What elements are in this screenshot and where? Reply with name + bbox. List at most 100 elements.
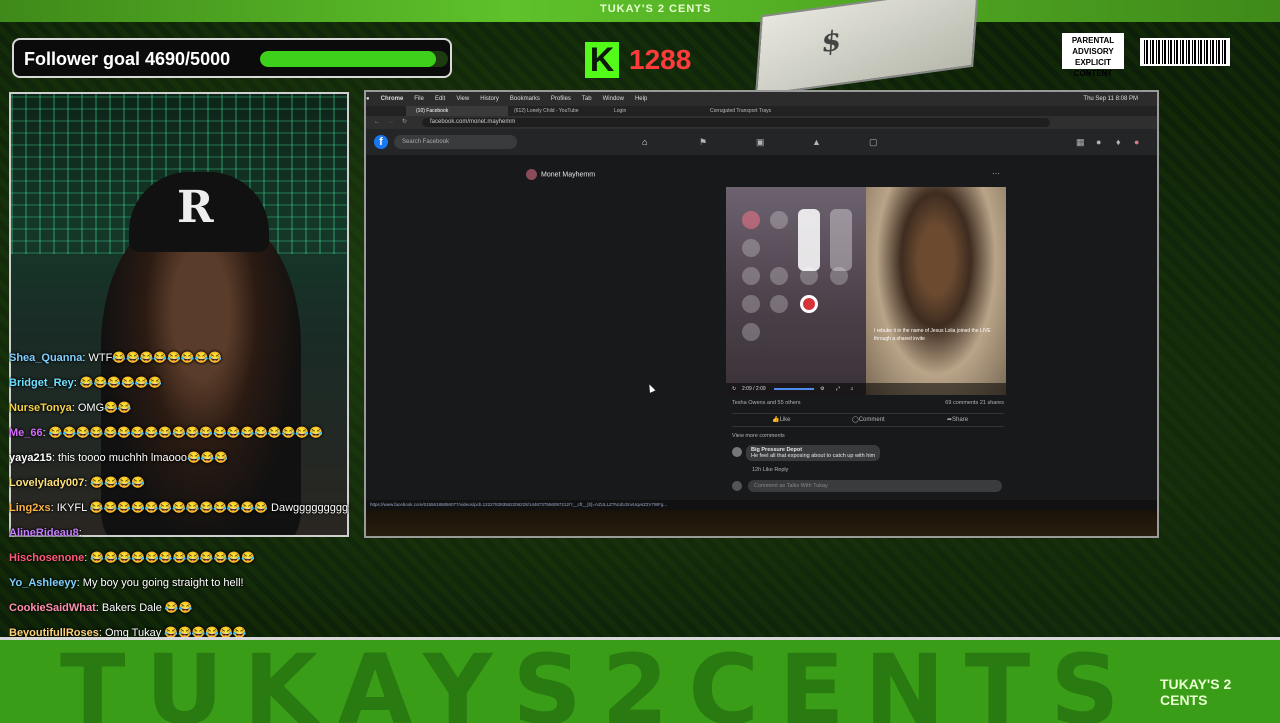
comment-input[interactable]: Comment as Talks With Tukay: [748, 480, 1002, 492]
menu-item-edit[interactable]: Edit: [435, 96, 445, 102]
apple-icon[interactable]: ●: [366, 96, 370, 102]
lock-rotation-icon: [742, 211, 760, 229]
chat-text: : OMG😂😂: [71, 402, 132, 414]
chat-username: Ling2xs: [9, 502, 51, 514]
brightness-slider: [798, 209, 820, 271]
like-label: Like: [779, 417, 791, 423]
menu-item-help[interactable]: Help: [635, 96, 647, 102]
tab-youtube[interactable]: (612) Lonely Child - YouTube: [504, 106, 604, 116]
chat-message: Yo_Ashleeyy: My boy you going straight t…: [9, 571, 354, 596]
video-progress-bar[interactable]: [774, 388, 814, 390]
page-header: Monet Mayhemm: [526, 169, 595, 180]
comment-label: Comment: [858, 417, 885, 423]
menu-grid-icon[interactable]: ▦: [1076, 137, 1085, 148]
url-field[interactable]: facebook.com/monet.mayhemm: [422, 118, 1050, 127]
tab-login[interactable]: Login: [604, 106, 704, 116]
fullscreen-icon[interactable]: ⤢: [836, 383, 840, 395]
live-comments-text: I rebuke it in the name of Jesus Lolia j…: [874, 328, 991, 342]
menubar-clock: Thu Sep 11 8:08 PM: [1083, 96, 1138, 102]
chat-message: yaya215: this toooo muchhh lmaooo😂😂😂: [9, 446, 354, 471]
chat-username: yaya215: [9, 452, 52, 464]
page-avatar[interactable]: [526, 169, 537, 180]
video-controls: ↻ 2:09 / 2:09 ⚙ ⤢ ♫: [726, 383, 1006, 395]
chat-username: CookieSaidWhat: [9, 602, 96, 614]
video-player[interactable]: I rebuke it in the name of Jesus Lolia j…: [726, 187, 1006, 395]
comment-meta[interactable]: 12h Like Reply: [752, 467, 788, 473]
chat-message: NurseTonya: OMG😂😂: [9, 396, 354, 421]
comment-button[interactable]: ◯ Comment: [852, 414, 885, 426]
parental-advisory-logo: PARENTAL ADVISORY EXPLICIT CONTENT: [1062, 33, 1124, 78]
notifications-icon[interactable]: ♦: [1116, 137, 1121, 147]
home-icon[interactable]: ⌂: [642, 137, 647, 147]
chat-text: : this toooo muchhh lmaooo😂😂😂: [51, 452, 229, 464]
record-icon: [800, 295, 818, 313]
facebook-search-input[interactable]: Search Facebook: [394, 135, 517, 149]
comments-section: View more comments Big Pressure Depot He…: [732, 433, 1004, 473]
more-options-icon[interactable]: ⋯: [992, 169, 1000, 178]
menu-item-window[interactable]: Window: [603, 96, 624, 102]
chat-username: Shea_Quanna: [9, 352, 83, 364]
chat-text: : IKYFL 😂😂😂😂😂😂😂😂😂😂😂😂😂 Dawggggggggg: [50, 502, 349, 514]
share-label: Share: [952, 417, 969, 423]
reload-icon[interactable]: ↻: [402, 116, 407, 129]
chat-username: Me_66: [9, 427, 43, 439]
chat-username: Lovelylady007: [9, 477, 85, 489]
chat-message: Shea_Quanna: WTF😂😂😂😂😂😂😂😂: [9, 346, 354, 371]
chat-text: : Bakers Dale 😂😂: [95, 602, 193, 614]
flag-icon[interactable]: ⚑: [699, 137, 707, 148]
reaction-summary[interactable]: Tesha Owens and 55 others: [732, 400, 801, 406]
tab-facebook[interactable]: (10) Facebook: [406, 106, 508, 116]
profile-avatar[interactable]: ●: [1134, 137, 1139, 147]
like-button[interactable]: 👍 Like: [772, 414, 791, 426]
chat-username: Hischosenone: [9, 552, 85, 564]
settings-icon[interactable]: ⚙: [820, 383, 824, 395]
share-button[interactable]: ➦ Share: [947, 414, 968, 426]
gaming-icon[interactable]: ▢: [869, 137, 878, 148]
menu-item-bookmarks[interactable]: Bookmarks: [510, 96, 540, 102]
follower-goal-fill: [260, 51, 437, 67]
follower-goal-label: Follower goal 4690/5000: [24, 49, 231, 69]
volume-icon[interactable]: ♫: [850, 383, 854, 395]
commenter-avatar[interactable]: [732, 447, 742, 457]
chat-text: : My boy you going straight to hell!: [76, 577, 244, 589]
nav-back-icon[interactable]: ←: [374, 116, 380, 129]
chat-username: Yo_Ashleeyy: [9, 577, 77, 589]
nav-forward-icon[interactable]: →: [388, 116, 394, 129]
top-band: TUKAY'S 2 CENTS: [0, 0, 1280, 22]
chat-text: :: [78, 527, 82, 539]
user-avatar: [732, 481, 742, 491]
comment-share-counts[interactable]: 69 comments 21 shares: [945, 400, 1004, 406]
volume-slider: [830, 209, 852, 271]
top-title: TUKAY'S 2 CENTS: [600, 3, 712, 15]
menu-item-file[interactable]: File: [414, 96, 424, 102]
chat-text: : 😂😂😂😂: [84, 477, 146, 489]
chat-text: : WTF😂😂😂😂😂😂😂😂: [82, 352, 222, 364]
menu-item-profiles[interactable]: Profiles: [551, 96, 571, 102]
flashlight-icon: [742, 267, 760, 285]
replay-icon[interactable]: ↻: [732, 383, 736, 395]
kick-count: 1288: [629, 44, 692, 75]
status-bar-url: https://www.facebook.com/61556186856077/…: [366, 500, 1157, 510]
marketplace-icon[interactable]: ▣: [756, 137, 765, 148]
post-actions: 👍 Like ◯ Comment ➦ Share: [732, 413, 1004, 427]
kick-counter: K 1288: [585, 42, 691, 78]
comment-text: He feel all that exposing about to catch…: [751, 453, 876, 459]
facebook-navbar: f Search Facebook ⌂ ⚑ ▣ ▲ ▢ ▦ ● ♦ ●: [366, 129, 1157, 155]
menu-item-view[interactable]: View: [456, 96, 469, 102]
chat-message: Ling2xs: IKYFL 😂😂😂😂😂😂😂😂😂😂😂😂😂 Dawgggggggg…: [9, 496, 354, 521]
menu-item-tab[interactable]: Tab: [582, 96, 592, 102]
barcode-graphic: [1140, 38, 1230, 66]
page-name[interactable]: Monet Mayhemm: [541, 171, 595, 178]
messenger-icon[interactable]: ●: [1096, 137, 1101, 147]
control-center-screen: [726, 187, 866, 395]
comment-composer: Comment as Talks With Tukay: [732, 480, 1004, 493]
megaphone-icon[interactable]: ▲: [812, 137, 821, 147]
menu-item-history[interactable]: History: [480, 96, 499, 102]
view-more-comments-link[interactable]: View more comments: [732, 433, 785, 439]
bottom-banner: TUKAYS2CENTS TUKAY'S 2 CENTS: [0, 637, 1280, 723]
facebook-logo-icon[interactable]: f: [374, 135, 388, 149]
camera-icon: [830, 267, 848, 285]
menu-item-chrome[interactable]: Chrome: [381, 96, 404, 102]
tab-corrugated[interactable]: Corrugated Transport Trays: [700, 106, 800, 116]
chat-overlay: Shea_Quanna: WTF😂😂😂😂😂😂😂😂 Bridget_Rey: 😂😂😂…: [9, 346, 354, 646]
